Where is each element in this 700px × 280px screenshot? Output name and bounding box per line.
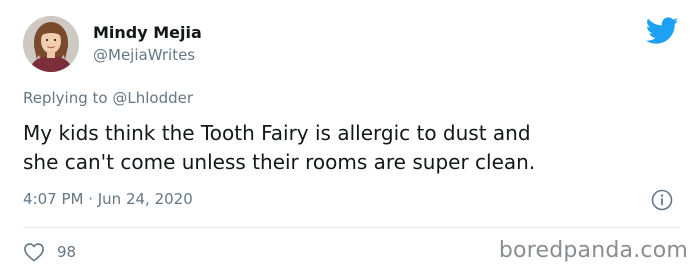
tweet-text-line: My kids think the Tooth Fairy is allergi…: [23, 121, 531, 145]
watermark: boredpanda.com: [498, 238, 688, 263]
tweet-text-line: she can't come unless their rooms are su…: [23, 150, 536, 174]
tweet-card: Mindy Mejia @MejiaWrites Replying to @Lh…: [0, 0, 700, 280]
heart-icon: [24, 243, 44, 262]
reply-mention-link[interactable]: @Lhlodder: [112, 89, 193, 107]
author-name[interactable]: Mindy Mejia: [93, 23, 202, 42]
twitter-bird-icon[interactable]: [646, 17, 679, 45]
tweet-timestamp[interactable]: 4:07 PM · Jun 24, 2020: [23, 190, 193, 208]
divider: [23, 227, 680, 228]
author-handle[interactable]: @MejiaWrites: [93, 46, 195, 64]
replying-to: Replying to @Lhlodder: [23, 89, 193, 107]
tweet-text: My kids think the Tooth Fairy is allergi…: [23, 119, 683, 177]
avatar-image: [23, 16, 79, 72]
info-icon[interactable]: [651, 189, 673, 211]
replying-prefix: Replying to: [23, 89, 108, 107]
like-count: 98: [57, 243, 77, 261]
avatar[interactable]: [23, 16, 79, 72]
like-button[interactable]: 98: [23, 239, 76, 265]
